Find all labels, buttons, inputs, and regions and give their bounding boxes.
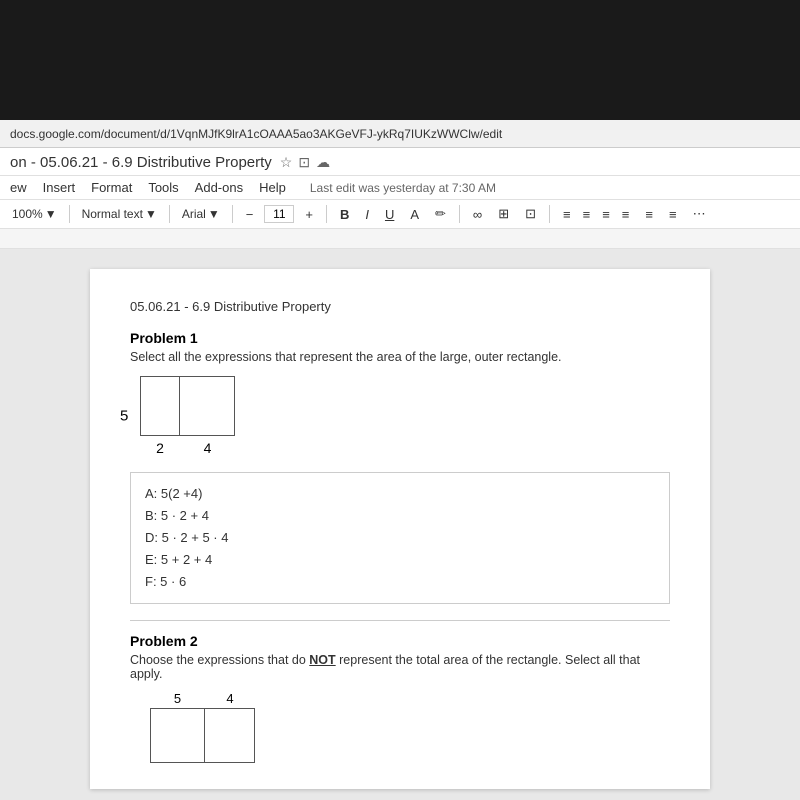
ruler (0, 229, 800, 249)
style-selector[interactable]: Normal text ▼ (78, 205, 161, 223)
problem1-title: Problem 1 (130, 330, 670, 346)
menu-item-insert[interactable]: Insert (43, 178, 76, 197)
menu-item-format[interactable]: Format (91, 178, 132, 197)
ruler-marks (80, 229, 800, 248)
bold-button[interactable]: B (335, 205, 354, 224)
toolbar-divider-5 (459, 205, 460, 223)
rect-right (180, 376, 235, 436)
rect-side-label: 5 (120, 408, 128, 425)
problem2-desc-before: Choose the expressions that do (130, 653, 309, 667)
rectangle-outer (140, 376, 670, 436)
title-bar-icons: ☆ ⊡ ☁ (280, 154, 330, 171)
browser-top-bar: docs.google.com/document/d/1VqnMJfK9lrA1… (0, 0, 800, 148)
italic-button[interactable]: I (360, 205, 374, 224)
problem2-desc-bold: NOT (309, 653, 335, 667)
text-color-button[interactable]: ✏ (430, 204, 451, 224)
answer-box-problem1: A: 5(2 +4) B: 5 · 2 + 4 D: 5 · 2 + 5 · 4… (130, 472, 670, 604)
copy-icon[interactable]: ⊡ (298, 154, 310, 171)
menu-item-tools[interactable]: Tools (148, 178, 178, 197)
list-button[interactable]: ≡ (664, 205, 682, 224)
font-size-display[interactable]: 11 (264, 205, 294, 223)
document-title: 05.06.21 - 6.9 Distributive Property (130, 299, 670, 314)
font-size-increase-button[interactable]: + (300, 205, 318, 224)
last-edit-text: Last edit was yesterday at 7:30 AM (310, 181, 496, 195)
font-size-decrease-button[interactable]: − (241, 205, 259, 224)
p2-top-label-5: 5 (150, 691, 205, 706)
rect-bottom-label-4: 4 (180, 440, 235, 456)
answer-d: D: 5 · 2 + 5 · 4 (145, 527, 655, 549)
align-left-button[interactable]: ≡ (558, 205, 576, 224)
align-center-button[interactable]: ≡ (578, 205, 596, 224)
p2-diagram (150, 708, 670, 763)
p2-top-label-4: 4 (205, 691, 255, 706)
document-area[interactable]: 05.06.21 - 6.9 Distributive Property Pro… (0, 249, 800, 800)
answer-e: E: 5 + 2 + 4 (145, 549, 655, 571)
underline-button[interactable]: U (380, 205, 399, 224)
problem2-description: Choose the expressions that do NOT repre… (130, 653, 670, 681)
rectangle-wrapper: 5 2 4 (140, 376, 670, 456)
align-right-button[interactable]: ≡ (597, 205, 615, 224)
toolbar: 100% ▼ Normal text ▼ Arial ▼ − 11 + B I … (0, 200, 800, 229)
menu-item-help[interactable]: Help (259, 178, 286, 197)
strikethrough-button[interactable]: A (405, 205, 424, 224)
font-dropdown-icon: ▼ (208, 207, 220, 221)
p2-rect-right (205, 708, 255, 763)
rect-bottom-label-2: 2 (140, 440, 180, 456)
answer-b: B: 5 · 2 + 4 (145, 505, 655, 527)
zoom-selector[interactable]: 100% ▼ (8, 205, 61, 223)
toolbar-divider-4 (326, 205, 327, 223)
rect-bottom-labels: 2 4 (140, 440, 670, 456)
toolbar-divider-6 (549, 205, 550, 223)
url-bar[interactable]: docs.google.com/document/d/1VqnMJfK9lrA1… (0, 120, 800, 148)
cloud-icon[interactable]: ☁ (316, 154, 330, 171)
section-divider (130, 620, 670, 621)
style-value: Normal text (82, 207, 143, 221)
line-spacing-button[interactable]: ≡ (640, 205, 658, 224)
answer-a: A: 5(2 +4) (145, 483, 655, 505)
zoom-value: 100% (12, 207, 43, 221)
title-bar: on - 05.06.21 - 6.9 Distributive Propert… (0, 148, 800, 176)
toolbar-divider-1 (69, 205, 70, 223)
p2-rect-left (150, 708, 205, 763)
problem1-diagram: 5 2 4 (140, 376, 670, 456)
rect-left (140, 376, 180, 436)
image-button[interactable]: ⊞ (493, 204, 514, 224)
font-selector[interactable]: Arial ▼ (178, 205, 224, 223)
style-dropdown-icon: ▼ (145, 207, 157, 221)
menu-item-view[interactable]: ew (10, 178, 27, 197)
align-group: ≡ ≡ ≡ ≡ (558, 205, 634, 224)
toolbar-divider-3 (232, 205, 233, 223)
answer-f: F: 5 · 6 (145, 571, 655, 593)
zoom-dropdown-icon: ▼ (45, 207, 57, 221)
menu-bar: ew Insert Format Tools Add-ons Help Last… (0, 176, 800, 200)
document-tab-title: on - 05.06.21 - 6.9 Distributive Propert… (10, 154, 272, 171)
problem1-description: Select all the expressions that represen… (130, 350, 670, 364)
align-justify-button[interactable]: ≡ (617, 205, 635, 224)
link-button[interactable]: ∞ (468, 205, 487, 224)
document-page: 05.06.21 - 6.9 Distributive Property Pro… (90, 269, 710, 789)
comment-button[interactable]: ⊡ (520, 204, 541, 224)
star-icon[interactable]: ☆ (280, 154, 293, 171)
url-text: docs.google.com/document/d/1VqnMJfK9lrA1… (10, 127, 502, 141)
browser-content: on - 05.06.21 - 6.9 Distributive Propert… (0, 148, 800, 800)
p2-top-labels: 5 4 (150, 691, 670, 706)
more-button[interactable]: ⋯ (688, 204, 711, 224)
toolbar-divider-2 (169, 205, 170, 223)
font-value: Arial (182, 207, 206, 221)
problem2-title: Problem 2 (130, 633, 670, 649)
menu-item-addons[interactable]: Add-ons (195, 178, 243, 197)
problem2-diagram-container: 5 4 (140, 691, 670, 763)
